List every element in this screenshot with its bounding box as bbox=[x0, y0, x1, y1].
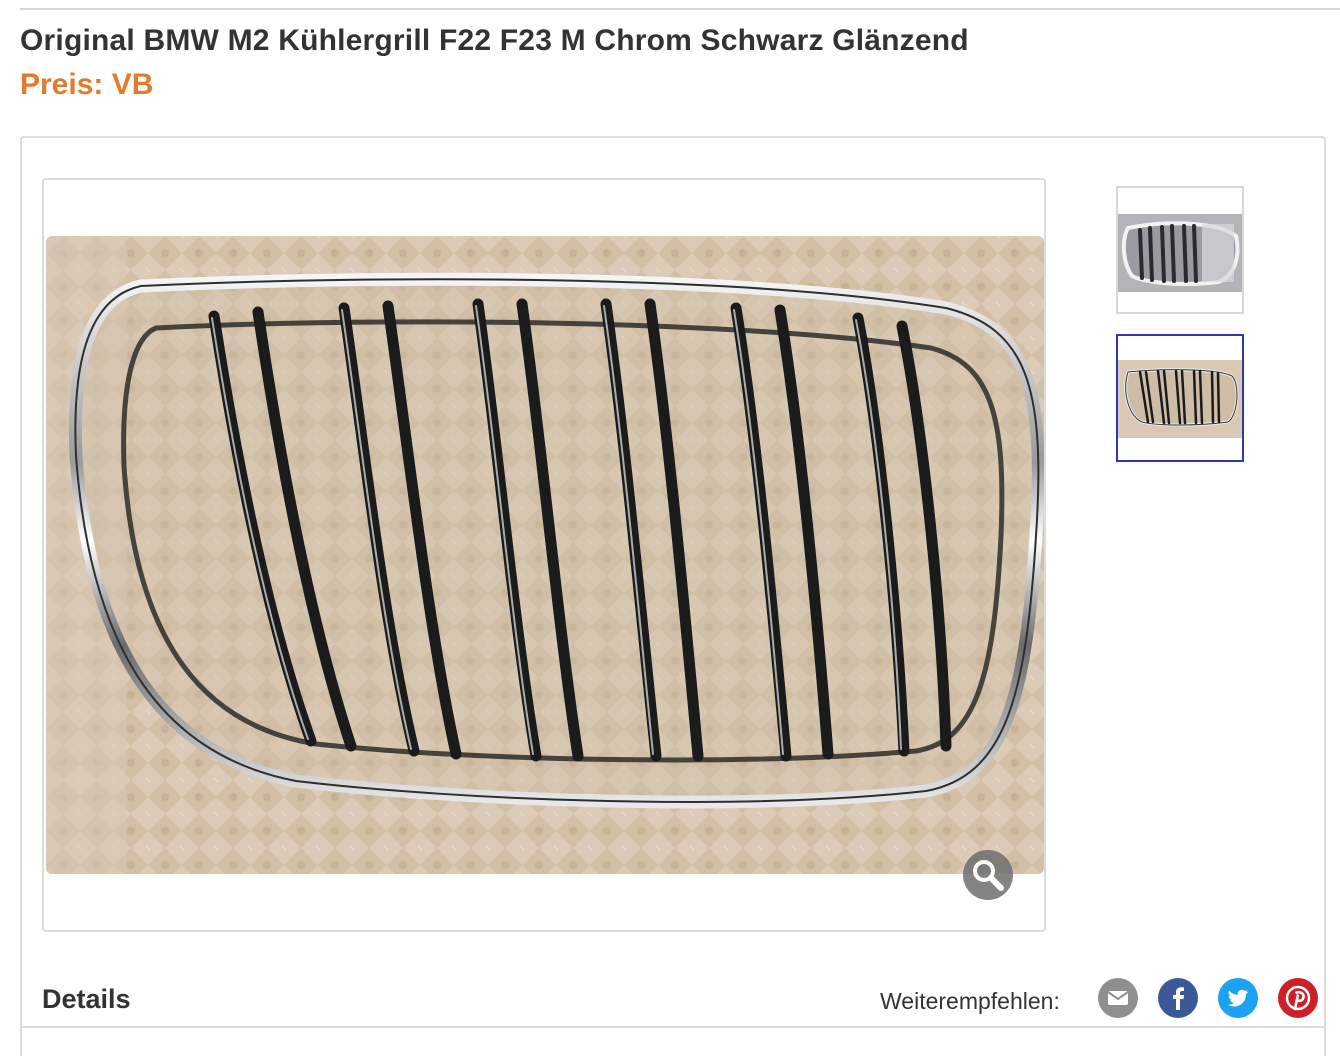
share-facebook-button[interactable] bbox=[1158, 978, 1198, 1018]
magnifier-icon bbox=[973, 860, 1004, 891]
thumbnail-grill-front bbox=[1118, 214, 1242, 292]
thumbnail-grill-side bbox=[1118, 360, 1242, 438]
share-twitter-button[interactable] bbox=[1218, 978, 1258, 1018]
twitter-icon bbox=[1227, 989, 1248, 1007]
thumbnail-2[interactable] bbox=[1116, 334, 1244, 462]
details-divider bbox=[20, 1026, 1326, 1028]
email-icon bbox=[1107, 991, 1129, 1005]
top-divider bbox=[20, 8, 1340, 10]
share-email-button[interactable] bbox=[1098, 978, 1138, 1018]
facebook-icon bbox=[1173, 987, 1184, 1010]
main-product-image[interactable] bbox=[46, 236, 1044, 874]
listing-price: Preis: VB bbox=[20, 68, 154, 101]
zoom-button[interactable] bbox=[963, 850, 1013, 900]
pinterest-icon bbox=[1285, 985, 1311, 1011]
details-heading: Details bbox=[42, 984, 131, 1014]
share-pinterest-button[interactable] bbox=[1278, 978, 1318, 1018]
share-label: Weiterempfehlen: bbox=[880, 988, 1060, 1014]
thumbnail-1[interactable] bbox=[1116, 186, 1244, 314]
listing-title: Original BMW M2 Kühlergrill F22 F23 M Ch… bbox=[20, 24, 969, 57]
